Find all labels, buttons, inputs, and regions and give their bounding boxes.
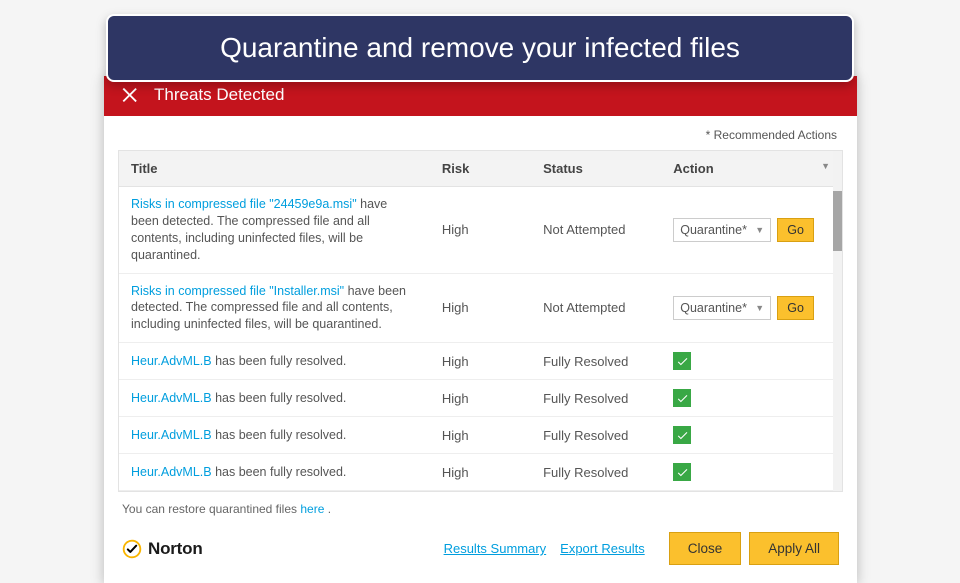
threat-link[interactable]: Heur.AdvML.B bbox=[131, 428, 212, 442]
status-cell: Fully Resolved bbox=[531, 343, 661, 380]
risk-cell: High bbox=[430, 273, 531, 343]
status-cell: Not Attempted bbox=[531, 187, 661, 274]
risk-cell: High bbox=[430, 187, 531, 274]
threats-dialog: Threats Detected * Recommended Actions T… bbox=[104, 76, 857, 583]
table-row: Risks in compressed file "Installer.msi"… bbox=[119, 273, 842, 343]
table-row: Risks in compressed file "24459e9a.msi" … bbox=[119, 187, 842, 274]
brand: Norton bbox=[122, 539, 203, 559]
restore-note: You can restore quarantined files here . bbox=[118, 492, 843, 532]
status-cell: Fully Resolved bbox=[531, 454, 661, 491]
threat-link[interactable]: Heur.AdvML.B bbox=[131, 465, 212, 479]
action-cell bbox=[661, 380, 842, 417]
action-cell bbox=[661, 454, 842, 491]
recommended-actions-note: * Recommended Actions bbox=[118, 124, 843, 150]
restore-here-link[interactable]: here bbox=[300, 502, 324, 516]
col-header-title[interactable]: Title bbox=[119, 151, 430, 187]
export-results-link[interactable]: Export Results bbox=[560, 541, 645, 556]
dialog-body: * Recommended Actions Title Risk Status … bbox=[104, 116, 857, 583]
dialog-title: Threats Detected bbox=[154, 85, 284, 105]
vertical-scrollbar[interactable] bbox=[833, 151, 842, 491]
table-row: Heur.AdvML.B has been fully resolved. Hig… bbox=[119, 380, 842, 417]
chevron-down-icon: ▼ bbox=[755, 303, 764, 313]
chevron-down-icon: ▼ bbox=[821, 161, 830, 171]
table-row: Heur.AdvML.B has been fully resolved. Hig… bbox=[119, 343, 842, 380]
restore-text: You can restore quarantined files bbox=[122, 502, 300, 516]
close-button[interactable]: Close bbox=[669, 532, 742, 565]
apply-all-button[interactable]: Apply All bbox=[749, 532, 839, 565]
threat-table: Title Risk Status Action▼ Risks in compr… bbox=[119, 151, 842, 491]
risk-cell: High bbox=[430, 343, 531, 380]
action-dropdown-label: Quarantine* bbox=[680, 223, 747, 237]
threat-table-container: Title Risk Status Action▼ Risks in compr… bbox=[118, 150, 843, 492]
instruction-callout: Quarantine and remove your infected file… bbox=[106, 14, 854, 82]
status-cell: Fully Resolved bbox=[531, 417, 661, 454]
table-row: Heur.AdvML.B has been fully resolved. Hig… bbox=[119, 417, 842, 454]
alert-x-icon bbox=[118, 82, 144, 108]
threat-description: has been fully resolved. bbox=[212, 428, 347, 442]
resolved-check-icon bbox=[673, 352, 691, 370]
action-dropdown-label: Quarantine* bbox=[680, 301, 747, 315]
go-button[interactable]: Go bbox=[777, 218, 814, 242]
resolved-check-icon bbox=[673, 463, 691, 481]
resolved-check-icon bbox=[673, 389, 691, 407]
go-button[interactable]: Go bbox=[777, 296, 814, 320]
action-cell: Quarantine* ▼ Go bbox=[661, 273, 842, 343]
results-summary-link[interactable]: Results Summary bbox=[444, 541, 547, 556]
dialog-footer: Norton Results Summary Export Results Cl… bbox=[118, 532, 843, 569]
threat-description: has been fully resolved. bbox=[212, 391, 347, 405]
resolved-check-icon bbox=[673, 426, 691, 444]
brand-name: Norton bbox=[148, 539, 203, 559]
table-header-row: Title Risk Status Action▼ bbox=[119, 151, 842, 187]
risk-cell: High bbox=[430, 454, 531, 491]
action-cell: Quarantine* ▼ Go bbox=[661, 187, 842, 274]
threat-link[interactable]: Heur.AdvML.B bbox=[131, 354, 212, 368]
scrollbar-thumb[interactable] bbox=[833, 191, 842, 251]
col-header-risk[interactable]: Risk bbox=[430, 151, 531, 187]
col-header-status[interactable]: Status bbox=[531, 151, 661, 187]
action-dropdown[interactable]: Quarantine* ▼ bbox=[673, 218, 771, 242]
dialog-header: Threats Detected bbox=[104, 76, 857, 116]
threat-link[interactable]: Heur.AdvML.B bbox=[131, 391, 212, 405]
status-cell: Fully Resolved bbox=[531, 380, 661, 417]
chevron-down-icon: ▼ bbox=[755, 225, 764, 235]
risk-cell: High bbox=[430, 380, 531, 417]
threat-link[interactable]: Risks in compressed file "24459e9a.msi" bbox=[131, 197, 357, 211]
action-cell bbox=[661, 417, 842, 454]
action-dropdown[interactable]: Quarantine* ▼ bbox=[673, 296, 771, 320]
risk-cell: High bbox=[430, 417, 531, 454]
threat-description: has been fully resolved. bbox=[212, 354, 347, 368]
footer-links: Results Summary Export Results bbox=[444, 541, 645, 556]
threat-description: has been fully resolved. bbox=[212, 465, 347, 479]
status-cell: Not Attempted bbox=[531, 273, 661, 343]
table-row: Heur.AdvML.B has been fully resolved. Hig… bbox=[119, 454, 842, 491]
norton-check-icon bbox=[122, 539, 142, 559]
action-cell bbox=[661, 343, 842, 380]
threat-link[interactable]: Risks in compressed file "Installer.msi" bbox=[131, 284, 344, 298]
col-header-action[interactable]: Action▼ bbox=[661, 151, 842, 187]
